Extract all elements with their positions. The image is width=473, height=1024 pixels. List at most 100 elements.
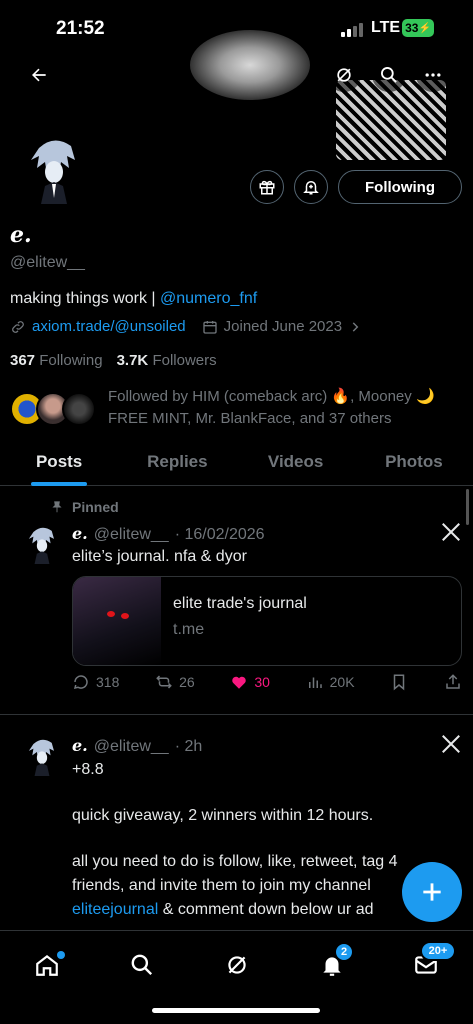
avatar-image <box>31 140 75 204</box>
chevron-right-icon[interactable] <box>348 320 362 334</box>
battery-level: 33 <box>405 21 419 35</box>
nav-notifications[interactable]: 2 <box>312 942 354 985</box>
post-avatar[interactable] <box>20 522 64 566</box>
following-count: 367 <box>10 352 36 369</box>
nav-search[interactable] <box>122 945 162 985</box>
home-icon <box>36 954 58 976</box>
display-name: e. <box>10 222 32 248</box>
avatar-image <box>28 527 54 564</box>
views-icon <box>308 677 322 688</box>
post-text: elite’s journal. nfa & dyor <box>72 548 247 565</box>
share-icon <box>446 674 460 689</box>
post-author-name[interactable]: e. <box>72 736 88 755</box>
profile-handle: @elitew__ <box>10 254 85 271</box>
tab-posts[interactable]: Posts <box>0 440 118 485</box>
pinned-indicator: Pinned <box>50 499 119 515</box>
profile-tabs: Posts Replies Videos Photos <box>0 440 473 486</box>
repost-count: 26 <box>179 674 195 690</box>
nav-grok[interactable] <box>217 945 257 985</box>
post-header: e. @elitew__ · 16/02/2026 <box>72 524 265 544</box>
notifications-badge: 2 <box>334 942 354 962</box>
profile-bio: making things work | @numero_fnf <box>10 290 257 308</box>
tab-replies[interactable]: Replies <box>118 440 236 485</box>
link-card-domain: t.me <box>173 621 205 638</box>
arrow-left-icon <box>32 68 46 82</box>
post-author-handle[interactable]: @elitew__ <box>94 738 169 756</box>
battery-icon: 33 ⚡ <box>402 19 434 37</box>
post-timestamp: · 2h <box>174 738 203 755</box>
like-button[interactable]: 30 <box>230 673 270 691</box>
link-card[interactable]: elite trade's journal t.me <box>72 576 462 666</box>
gift-icon <box>259 180 275 195</box>
search-icon <box>131 954 153 976</box>
following-count-link[interactable]: 367 Following <box>10 352 103 369</box>
view-count: 20K <box>329 674 355 690</box>
repost-button[interactable]: 26 <box>155 673 195 691</box>
banner-art <box>336 80 446 160</box>
link-card-image <box>73 577 161 665</box>
scrollbar[interactable] <box>466 489 469 525</box>
followed-by-avatars[interactable] <box>10 392 100 428</box>
search-button[interactable] <box>372 58 406 92</box>
nav-home[interactable] <box>27 945 67 985</box>
home-indicator[interactable] <box>152 1008 320 1013</box>
grok-x-button[interactable] <box>440 521 462 548</box>
plus-icon <box>423 883 441 901</box>
views-button[interactable]: 20K <box>306 673 355 691</box>
bookmark-button[interactable] <box>390 673 408 691</box>
post-line: +8.8 <box>72 761 104 778</box>
more-button[interactable] <box>416 58 450 92</box>
link-icon <box>12 320 24 333</box>
pinned-label: Pinned <box>72 499 119 515</box>
status-time: 21:52 <box>56 18 105 39</box>
profile-meta: axiom.trade/@unsoiled Joined June 2023 <box>10 318 362 335</box>
grok-button[interactable] <box>327 58 361 92</box>
heart-filled-icon <box>232 676 247 689</box>
reply-icon <box>73 675 88 690</box>
messages-badge: 20+ <box>420 941 456 961</box>
grok-icon <box>228 956 246 974</box>
followed-by-text[interactable]: Followed by HIM (comeback arc) 🔥, Mooney… <box>108 386 458 430</box>
post-timestamp: · 16/02/2026 <box>174 526 265 543</box>
website-link[interactable]: axiom.trade/@unsoiled <box>32 318 186 335</box>
notify-button[interactable] <box>294 170 328 204</box>
follower-avatar <box>62 392 96 426</box>
banner-image <box>190 30 310 100</box>
search-icon <box>381 67 397 83</box>
home-unread-dot <box>57 951 65 959</box>
post-author-handle[interactable]: @elitew__ <box>94 526 169 544</box>
bookmark-icon <box>394 674 405 691</box>
post-line: all you need to do is follow, like, retw… <box>72 853 398 870</box>
post-line: & comment down below ur ad <box>158 901 374 918</box>
followers-count-link[interactable]: 3.7K Followers <box>117 352 217 369</box>
reply-count: 318 <box>96 674 120 690</box>
channel-link[interactable]: eliteejournal <box>72 901 158 918</box>
post-header: e. @elitew__ · 2h <box>72 736 202 756</box>
bio-mention-link[interactable]: @numero_fnf <box>160 290 257 307</box>
link-card-title: elite trade's journal <box>173 595 307 612</box>
pin-icon <box>52 501 62 513</box>
following-button[interactable]: Following <box>338 170 462 204</box>
profile-avatar[interactable] <box>12 127 96 211</box>
tab-photos[interactable]: Photos <box>355 440 473 485</box>
nav-messages[interactable]: 20+ <box>406 941 456 985</box>
grok-x-button[interactable] <box>440 733 462 760</box>
gift-button[interactable] <box>250 170 284 204</box>
tab-videos[interactable]: Videos <box>237 440 355 485</box>
bell-plus-icon <box>303 181 319 195</box>
reply-button[interactable]: 318 <box>72 673 119 691</box>
follow-counts: 367 Following 3.7K Followers <box>10 352 217 369</box>
compose-button[interactable] <box>402 862 462 922</box>
back-button[interactable] <box>22 58 56 92</box>
post-divider <box>0 714 473 715</box>
followers-label: Followers <box>152 352 217 369</box>
post-avatar[interactable] <box>20 734 64 778</box>
signal-icon <box>341 23 363 37</box>
more-icon <box>425 73 441 77</box>
joined-date: Joined June 2023 <box>223 318 343 335</box>
share-button[interactable] <box>444 673 462 691</box>
calendar-icon <box>202 320 217 334</box>
bio-text: making things work | <box>10 290 160 307</box>
post-author-name[interactable]: e. <box>72 524 88 543</box>
x-logo-icon <box>442 735 460 753</box>
